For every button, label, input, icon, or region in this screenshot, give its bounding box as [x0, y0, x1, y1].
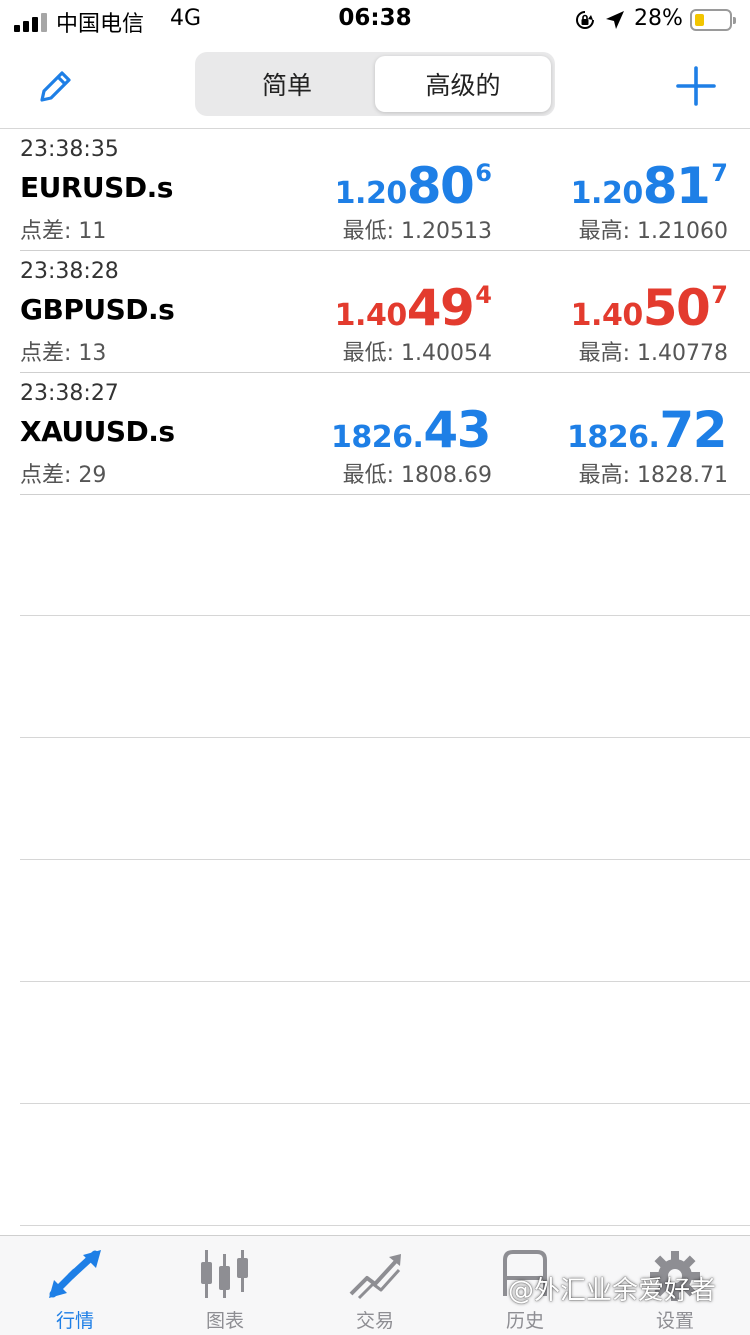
candlestick-chart-icon	[201, 1250, 248, 1298]
tab-charts[interactable]: 图表	[150, 1236, 300, 1335]
quote-time: 23:38:28	[20, 259, 119, 284]
watermark-text: @外汇业余爱好者	[508, 1276, 717, 1306]
empty-row-divider	[20, 1225, 750, 1226]
symbol-name: GBPUSD.s	[20, 293, 175, 326]
tab-label: 历史	[505, 1310, 544, 1332]
empty-row-divider	[20, 615, 750, 616]
high-price: 最高: 1.21060	[578, 219, 728, 244]
low-price: 最低: 1.20513	[342, 219, 492, 244]
quote-row-gbpusd[interactable]: 23:38:28 GBPUSD.s 点差: 13 1.40494 1.40507…	[20, 251, 750, 373]
empty-row-divider	[20, 1103, 750, 1104]
quote-row-eurusd[interactable]: 23:38:35 EURUSD.s 点差: 11 1.20806 1.20817…	[20, 129, 750, 251]
low-price: 最低: 1808.69	[342, 463, 492, 488]
low-price: 最低: 1.40054	[342, 341, 492, 366]
status-bar: 中国电信 4G 06:38 28%	[0, 0, 750, 44]
segment-advanced[interactable]: 高级的	[375, 56, 551, 112]
battery-icon	[690, 9, 736, 31]
quotes-arrows-icon	[49, 1250, 101, 1298]
quote-row-xauusd[interactable]: 23:38:27 XAUUSD.s 点差: 29 1826.43 1826.72…	[20, 373, 750, 495]
edit-pencil-icon[interactable]	[36, 66, 76, 106]
quote-time: 23:38:35	[20, 137, 119, 162]
orientation-lock-icon	[576, 11, 594, 29]
navigation-bar: 简单 高级的	[0, 44, 750, 129]
spread-value: 点差: 29	[20, 463, 107, 488]
quote-time: 23:38:27	[20, 381, 119, 406]
symbol-name: XAUUSD.s	[20, 415, 175, 448]
battery-percent: 28%	[634, 6, 683, 31]
location-arrow-icon	[606, 11, 624, 29]
spread-value: 点差: 13	[20, 341, 107, 366]
tab-label: 交易	[355, 1310, 394, 1332]
tab-label: 设置	[655, 1310, 694, 1332]
empty-row-divider	[20, 859, 750, 860]
view-mode-segmented-control: 简单 高级的	[195, 52, 555, 116]
symbol-name: EURUSD.s	[20, 171, 173, 204]
spread-value: 点差: 11	[20, 219, 107, 244]
tab-label: 图表	[205, 1310, 244, 1332]
add-symbol-plus-icon[interactable]	[674, 64, 718, 108]
high-price: 最高: 1828.71	[578, 463, 728, 488]
ask-price[interactable]: 1.20817	[428, 157, 728, 215]
ask-price[interactable]: 1.40507	[428, 279, 728, 337]
quotes-list: 23:38:35 EURUSD.s 点差: 11 1.20806 1.20817…	[0, 129, 750, 495]
segment-simple[interactable]: 简单	[199, 56, 375, 112]
empty-row-divider	[20, 737, 750, 738]
tab-label: 行情	[55, 1310, 94, 1332]
trade-trend-icon	[349, 1254, 401, 1300]
tab-trade[interactable]: 交易	[300, 1236, 450, 1335]
empty-row-divider	[20, 981, 750, 982]
ask-price[interactable]: 1826.72	[428, 401, 728, 459]
high-price: 最高: 1.40778	[578, 341, 728, 366]
tab-quotes[interactable]: 行情	[0, 1236, 150, 1335]
